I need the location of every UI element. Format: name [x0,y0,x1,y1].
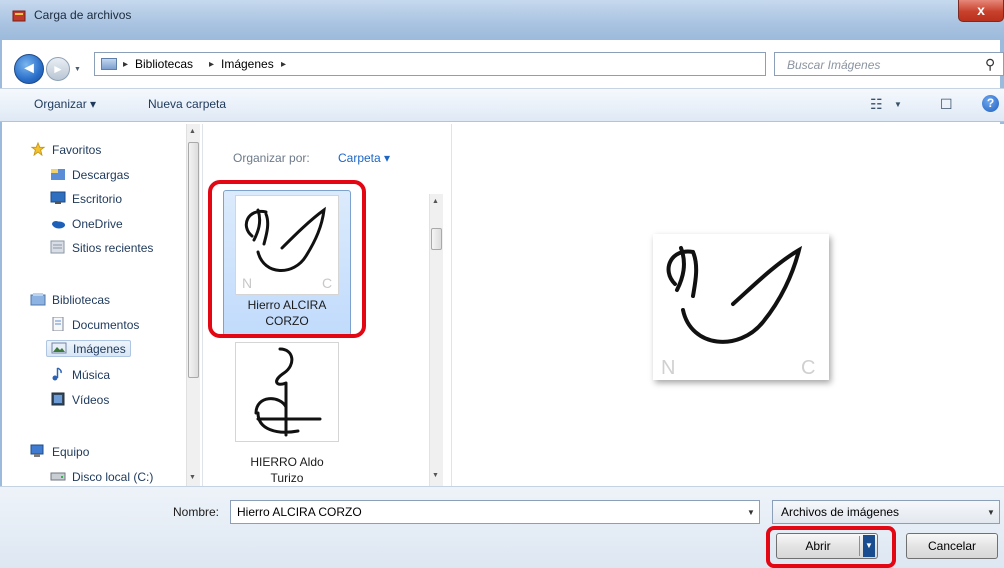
arrange-by-label: Organizar por: [233,151,310,165]
nav-item-label: OneDrive [72,217,123,231]
nav-item-label: Documentos [72,318,140,332]
new-folder-button[interactable]: Nueva carpeta [148,97,226,111]
breadcrumb-imagenes[interactable]: Imágenes [221,57,274,71]
svg-text:N: N [661,357,675,379]
breadcrumb-bibliotecas[interactable]: Bibliotecas [135,57,193,71]
file-item-name: Turizo [270,471,304,485]
folder-icon [101,58,117,70]
nav-item-disco-local[interactable]: Disco local (C:) [50,469,153,484]
svg-text:C: C [801,357,815,379]
organize-menu-button[interactable]: Organizar ▾ [34,97,96,111]
highlight-frame-open-button [766,526,896,568]
breadcrumb-separator[interactable]: ▸ [123,59,128,70]
arrange-by-dropdown[interactable]: Carpeta ▾ [338,151,390,165]
scroll-down-arrow[interactable]: ▼ [432,472,439,479]
scroll-up-arrow[interactable]: ▲ [432,198,439,205]
scrollbar-thumb[interactable] [188,142,199,378]
highlight-frame-selected-file [208,180,366,338]
cattle-brand-image [254,347,322,437]
file-item-name: HIERRO Aldo [250,455,324,469]
computer-icon [30,444,44,457]
filename-dropdown-arrow[interactable]: ▼ [747,508,755,517]
filetype-select[interactable]: Archivos de imágenes ▼ [772,500,1000,524]
file-list-scrollbar[interactable]: ▲ ▼ [429,194,443,486]
nav-item-musica[interactable]: Música [50,367,110,382]
file-thumbnail [235,342,339,442]
nav-item-escritorio[interactable]: Escritorio [50,191,122,206]
nav-item-descargas[interactable]: Descargas [50,167,129,182]
nav-item-label: Música [72,368,111,382]
filename-label: Nombre: [173,505,220,519]
cancel-button[interactable]: Cancelar [906,533,998,559]
navigation-scrollbar[interactable]: ▲ ▼ [186,124,200,486]
onedrive-icon [52,221,65,229]
pictures-icon [51,342,67,354]
window-title: Carga de archivos [34,8,132,22]
videos-icon [51,392,65,406]
breadcrumb-separator[interactable]: ▸ [209,59,214,70]
nav-item-sitios-recientes[interactable]: Sitios recientes [50,240,153,255]
recent-places-icon [50,240,65,254]
command-toolbar: Organizar ▾ Nueva carpeta ☷ ▼ ☐ ? [0,88,1004,122]
nav-item-label: Disco local (C:) [72,470,154,484]
filename-input[interactable] [230,500,760,524]
music-icon [52,367,62,381]
recent-pages-dropdown[interactable]: ▼ [74,66,81,73]
nav-item-label: Sitios recientes [72,241,154,255]
nav-item-label: Vídeos [72,393,110,407]
nav-computer[interactable]: Equipo [30,444,89,459]
title-bar: Carga de archivos x [0,0,1004,40]
address-bar[interactable]: ▸ Bibliotecas ▸ Imágenes ▸ ▼ ⇆ [94,52,853,76]
close-button[interactable]: x [958,0,1004,22]
filetype-value: Archivos de imágenes [781,505,900,519]
view-options-dropdown[interactable]: ▼ [894,100,902,109]
search-icon[interactable]: ⚲ [985,56,995,73]
nav-item-documentos[interactable]: Documentos [50,317,139,332]
nav-item-label: Escritorio [72,192,123,206]
disk-icon [50,472,66,481]
nav-item-onedrive[interactable]: OneDrive [50,216,123,231]
nav-item-videos[interactable]: Vídeos [50,392,109,407]
preview-pane: N C [453,124,1004,486]
nav-item-label: Descargas [72,168,130,182]
window-app-icon [12,10,26,22]
back-arrow-icon[interactable]: ◄ [14,54,44,84]
help-icon[interactable]: ? [982,95,999,112]
file-item-hierro-aldo-turizo[interactable]: HIERRO Aldo Turizo [223,342,351,488]
file-open-dialog: Carga de archivos x ◄ ► ▼ ▸ Bibliotecas … [0,0,1004,568]
nav-favorites[interactable]: Favoritos [30,142,101,157]
nav-item-imagenes[interactable]: Imágenes [46,340,131,357]
chevron-down-icon: ▼ [987,508,995,517]
breadcrumb-separator[interactable]: ▸ [281,59,286,70]
desktop-icon [50,191,66,204]
navigation-pane: Favoritos Descargas Escritorio OneDrive … [10,124,200,486]
star-icon [30,142,46,156]
view-options-icon[interactable]: ☷ [870,96,883,113]
preview-image: N C [653,234,829,380]
nav-favorites-label: Favoritos [52,143,102,157]
scrollbar-thumb[interactable] [431,228,442,250]
nav-libraries[interactable]: Bibliotecas [30,292,110,307]
forward-arrow-icon[interactable]: ► [46,57,70,81]
nav-computer-label: Equipo [52,445,90,459]
preview-pane-icon[interactable]: ☐ [940,96,953,113]
nav-libraries-label: Bibliotecas [52,293,111,307]
search-box[interactable]: ⚲ [774,52,1004,76]
library-icon [30,293,46,306]
nav-item-label: Imágenes [73,342,126,356]
documents-icon [52,317,64,331]
scroll-down-arrow[interactable]: ▼ [189,474,196,481]
search-input[interactable] [785,56,969,74]
scroll-up-arrow[interactable]: ▲ [189,128,196,135]
cattle-brand-image: N C [661,245,815,379]
downloads-icon [51,169,65,180]
